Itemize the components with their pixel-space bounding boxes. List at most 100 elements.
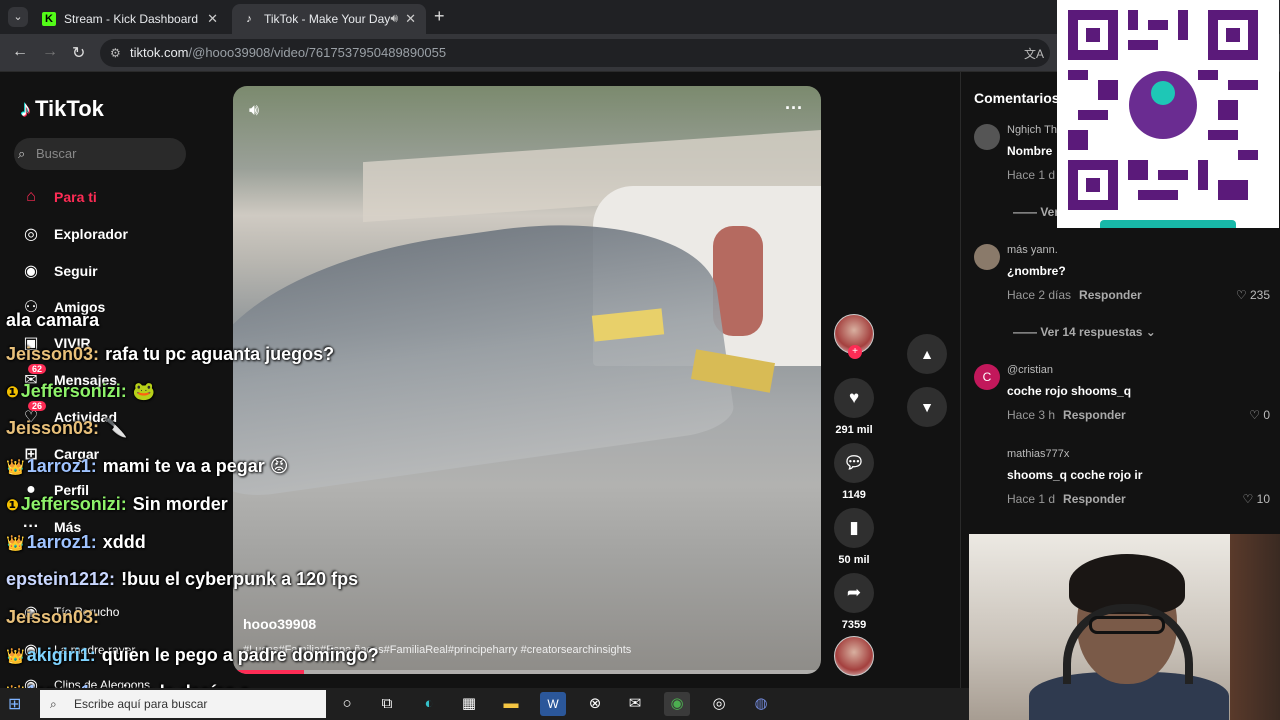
chat-message: 👑 1arroz1: mami te va a pegar 😡 — [6, 456, 289, 477]
share-action[interactable]: ➦ 7359 — [834, 573, 874, 631]
chat-text: 🔪 — [105, 418, 128, 438]
creator-avatar[interactable]: + — [834, 314, 874, 359]
like-action[interactable]: ♥ 291 mil — [834, 378, 874, 436]
comment-user[interactable]: mathias777x — [1007, 448, 1069, 460]
chat-text: quien le pego a padre domingo? — [101, 645, 379, 665]
tiktok-logo[interactable]: ♪ TikTok — [20, 96, 104, 122]
music-disc-avatar[interactable] — [834, 636, 874, 676]
reply-button[interactable]: Responder — [1063, 492, 1126, 506]
store-icon[interactable]: ▦ — [456, 692, 482, 716]
tab-title: TikTok - Make Your Day — [264, 12, 391, 26]
comment-text: Nombre — [1007, 144, 1053, 158]
avatar-letter: C — [982, 370, 992, 384]
reply-button[interactable]: Responder — [1063, 408, 1126, 422]
site-info-icon[interactable]: ⚙ — [110, 39, 121, 67]
tab-kick-dashboard[interactable]: K Stream - Kick Dashboard ✕ — [32, 4, 228, 34]
close-icon[interactable]: ✕ — [405, 11, 416, 27]
chat-message: 👑 1arroz1: xddd — [6, 532, 146, 553]
xbox-icon[interactable]: ⊗ — [582, 692, 608, 716]
reply-button[interactable]: Responder — [1079, 288, 1142, 302]
avatar[interactable] — [974, 124, 1000, 150]
search-input[interactable]: ⌕ Buscar — [14, 138, 186, 170]
url-host: tiktok.com — [130, 45, 189, 60]
crown-badge-icon: 👑 — [6, 648, 25, 665]
like-count: 0 — [1263, 408, 1270, 422]
comment-text: coche rojo shooms_q — [1007, 384, 1132, 398]
avatar[interactable]: C — [974, 364, 1000, 390]
windows-start-icon[interactable]: ⊞ — [8, 694, 21, 714]
tiktok-icon: ♪ — [246, 13, 252, 25]
comment-user[interactable]: @cristian — [1007, 364, 1053, 376]
url-input[interactable]: ⚙ tiktok.com/@hooo39908/video/7617537950… — [100, 39, 1050, 67]
webcam-overlay — [969, 534, 1280, 720]
comment-like[interactable]: ♡ 10 — [1243, 492, 1270, 506]
task-view-icon[interactable]: ⧉ — [374, 692, 400, 716]
comment-like[interactable]: ♡ 235 — [1236, 288, 1270, 302]
volume-icon[interactable]: 🔊︎ — [249, 102, 259, 120]
nav-seguir[interactable]: ◉ Seguir — [20, 256, 98, 286]
translate-icon[interactable]: 文A — [1024, 45, 1044, 62]
chat-message: ❶ Jeffersonizi: 🐸 — [6, 381, 155, 402]
share-icon[interactable]: ➦ — [834, 573, 874, 613]
comment-user[interactable]: Nghịch Th — [1007, 124, 1057, 136]
webcam-shelf — [1230, 534, 1280, 720]
chat-username: ala camara — [6, 310, 100, 330]
like-count: 10 — [1256, 492, 1270, 506]
tab-title: Stream - Kick Dashboard — [64, 12, 199, 26]
view-replies-button[interactable]: —— Ver — [1013, 205, 1059, 219]
home-icon: ⌂ — [26, 188, 36, 205]
tab-tiktok[interactable]: ♪ TikTok - Make Your Day 🔊︎ ✕ — [232, 4, 426, 34]
comment-action[interactable]: 💬︎ 1149 — [834, 443, 874, 501]
windows-taskbar: ⊞ ⌕ Escribe aquí para buscar ○ ⧉ ◐ ▦ ▬ W… — [0, 688, 969, 720]
file-explorer-icon[interactable]: ▬ — [498, 692, 524, 716]
comment-user[interactable]: más yann. — [1007, 244, 1058, 256]
crown-badge-icon: 👑 — [6, 459, 25, 476]
bookmark-icon[interactable]: ▮ — [834, 508, 874, 548]
more-options-icon[interactable]: ··· — [785, 98, 803, 119]
qr-code-image — [1068, 10, 1258, 210]
tab-search-button[interactable]: ⌄ — [8, 7, 28, 27]
crown-badge-icon: 👑 — [6, 535, 25, 552]
previous-video-button[interactable]: ▲ — [907, 334, 947, 374]
logo-text: TikTok — [35, 96, 104, 121]
word-icon[interactable]: W — [540, 692, 566, 716]
discord-icon[interactable]: ◍ — [748, 692, 774, 716]
avatar[interactable] — [974, 244, 1000, 270]
chat-username: epstein1212: — [6, 569, 116, 589]
reload-icon[interactable]: ↻ — [72, 43, 85, 63]
obs-icon[interactable]: ◎ — [706, 692, 732, 716]
chat-message: Jeisson03: — [6, 607, 105, 628]
taskbar-search-input[interactable]: ⌕ Escribe aquí para buscar — [40, 690, 326, 718]
comment-icon[interactable]: 💬︎ — [834, 443, 874, 483]
chat-username: Jeffersonizi: — [20, 381, 127, 401]
edge-icon[interactable]: ◐ — [416, 692, 442, 716]
chat-message: epstein1212: !buu el cyberpunk a 120 fps — [6, 569, 358, 590]
view-replies-button[interactable]: —— Ver 14 respuestas ⌄ — [1013, 325, 1156, 339]
chat-message: ❶ Jeffersonizi: Sin morder — [6, 494, 228, 515]
webcam-glasses — [1089, 616, 1165, 634]
compass-icon: ◎ — [24, 226, 38, 243]
comment-count: 1149 — [842, 489, 866, 501]
heart-icon[interactable]: ♥ — [834, 378, 874, 418]
cortana-icon[interactable]: ○ — [334, 692, 360, 716]
search-icon: ⌕ — [50, 697, 57, 711]
close-icon[interactable]: ✕ — [207, 11, 218, 27]
speaker-icon[interactable]: 🔊︎ — [390, 11, 398, 26]
chat-text: !buu el cyberpunk a 120 fps — [121, 569, 359, 589]
nav-para-ti[interactable]: ⌂ Para ti — [20, 182, 97, 212]
nav-explorador[interactable]: ◎ Explorador — [20, 219, 128, 249]
forward-icon[interactable]: → — [42, 43, 58, 61]
chat-text: 🐸 — [132, 381, 156, 401]
chat-username: 1arroz1: — [26, 456, 97, 476]
chat-text: xddd — [102, 532, 146, 552]
back-icon[interactable]: ← — [12, 43, 28, 61]
comment-like[interactable]: ♡ 0 — [1249, 408, 1270, 422]
follow-plus-icon[interactable]: + — [848, 345, 862, 359]
mail-icon[interactable]: ✉ — [622, 692, 648, 716]
taskbar-search-placeholder: Escribe aquí para buscar — [74, 697, 208, 711]
chrome-icon[interactable]: ◉ — [664, 692, 690, 716]
save-action[interactable]: ▮ 50 mil — [834, 508, 874, 566]
chat-message: 👑 akigiri1: quien le pego a padre domingo? — [6, 645, 379, 666]
next-video-button[interactable]: ▼ — [907, 387, 947, 427]
new-tab-button[interactable]: + — [434, 6, 445, 27]
